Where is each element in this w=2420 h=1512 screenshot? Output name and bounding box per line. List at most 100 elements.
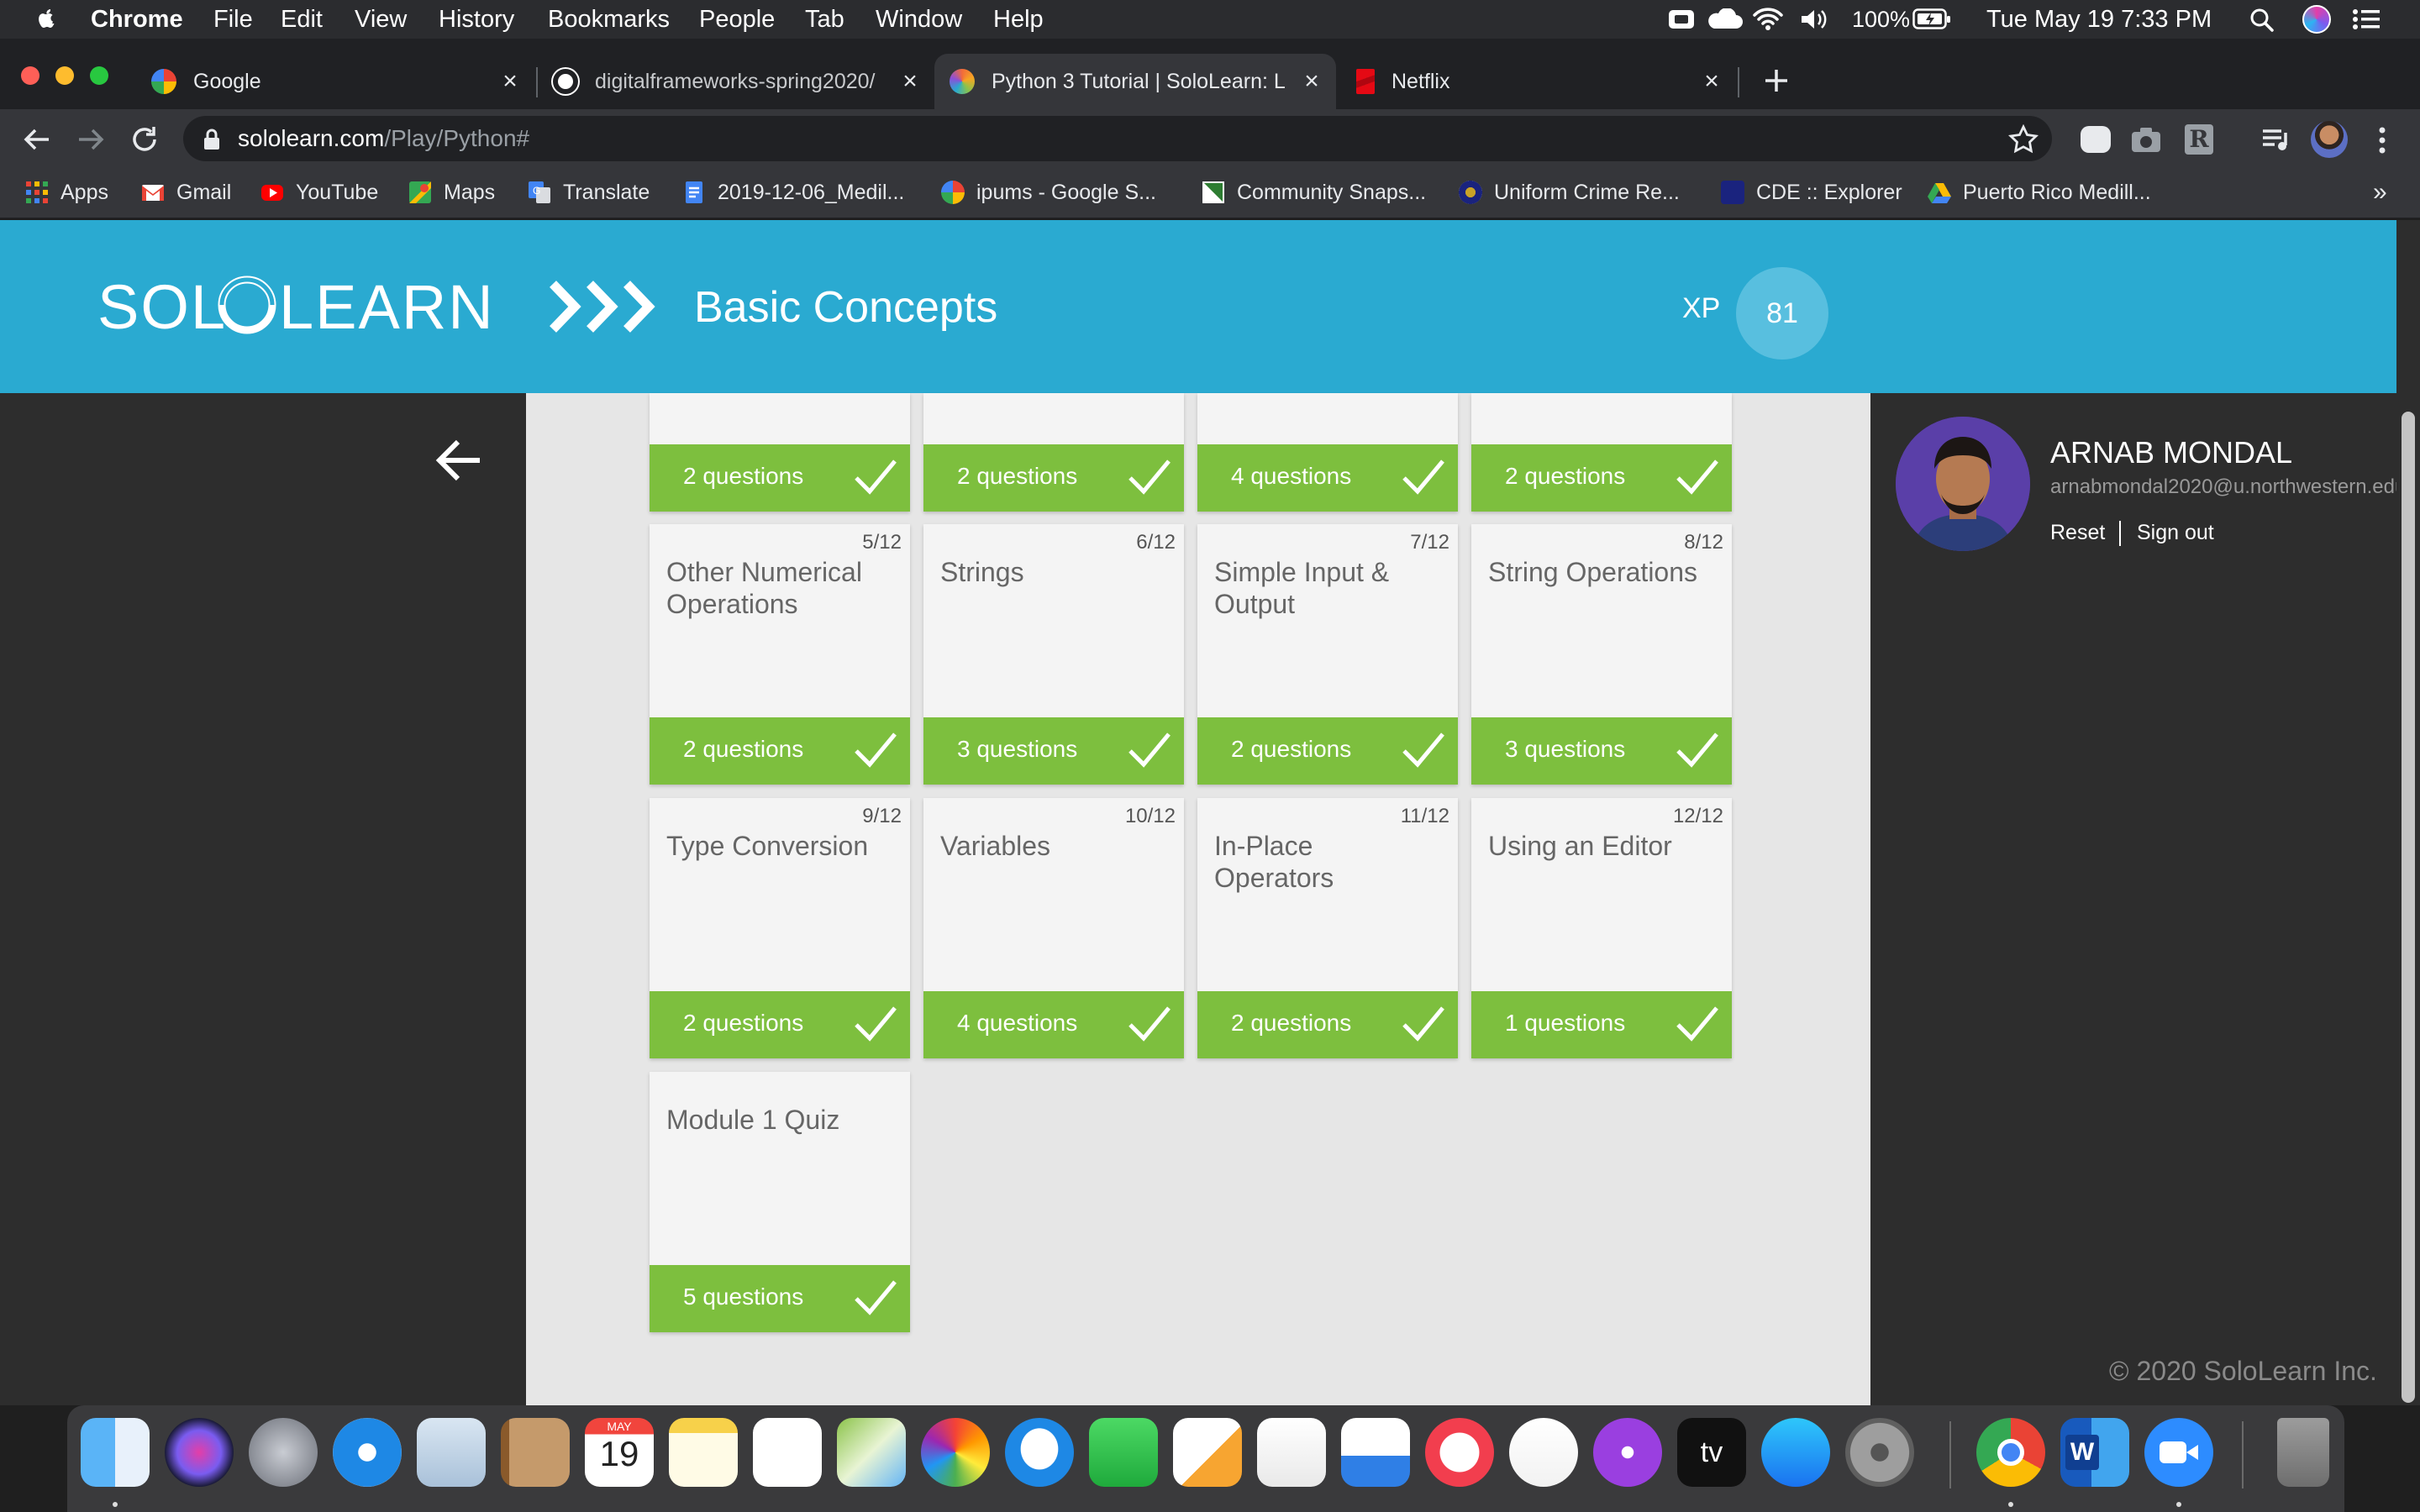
tab-github[interactable]: digitalframeworks-spring2020/ ×	[538, 54, 934, 109]
lesson-card[interactable]: 10/12 Variables 4 questions	[923, 798, 1184, 1058]
reset-link[interactable]: Reset	[2050, 521, 2105, 545]
icloud-icon[interactable]	[1706, 8, 1743, 30]
launchpad-icon[interactable]	[249, 1418, 318, 1487]
menu-history[interactable]: History	[439, 4, 514, 34]
lesson-complete-bar[interactable]: 2 questions	[1197, 991, 1458, 1058]
chrome-menu-icon[interactable]	[2370, 124, 2395, 156]
mail-icon[interactable]	[417, 1418, 486, 1487]
numbers-icon[interactable]	[1257, 1418, 1326, 1487]
lesson-card[interactable]: 12/12 Using an Editor 1 questions	[1471, 798, 1732, 1058]
bookmark-apps[interactable]: Apps	[25, 178, 108, 207]
menu-window[interactable]: Window	[876, 4, 962, 34]
word-icon[interactable]: W	[2060, 1418, 2129, 1487]
bookmark-community-snaps[interactable]: Community Snaps...	[1202, 178, 1426, 207]
lesson-card[interactable]: 2 questions	[650, 393, 910, 512]
clock[interactable]: Tue May 19 7:33 PM	[1986, 4, 2212, 34]
facetime-icon[interactable]	[1089, 1418, 1158, 1487]
close-icon[interactable]: ×	[1301, 67, 1323, 96]
bookmark-translate[interactable]: G Translate	[528, 178, 650, 207]
safari-icon[interactable]	[333, 1418, 402, 1487]
lesson-complete-bar[interactable]: 2 questions	[923, 444, 1184, 512]
close-icon[interactable]: ×	[499, 67, 521, 96]
lesson-complete-bar[interactable]: 3 questions	[923, 717, 1184, 785]
back-arrow-icon[interactable]	[433, 437, 485, 484]
bookmark-puerto-rico[interactable]: Puerto Rico Medill...	[1928, 178, 2151, 207]
window-close-button[interactable]	[21, 66, 39, 85]
trash-icon[interactable]	[2277, 1418, 2329, 1487]
reminders-icon[interactable]	[753, 1418, 822, 1487]
new-tab-icon[interactable]	[1761, 66, 1791, 96]
lesson-complete-bar[interactable]: 2 questions	[650, 991, 910, 1058]
bookmark-maps[interactable]: Maps	[408, 178, 495, 207]
lesson-card[interactable]: 6/12 Strings 3 questions	[923, 524, 1184, 785]
user-avatar[interactable]	[1896, 417, 2030, 551]
url-text[interactable]: sololearn.com/Play/Python#	[238, 124, 529, 153]
sololearn-logo[interactable]: SOL LEARN	[97, 272, 501, 354]
reload-icon[interactable]	[128, 123, 161, 156]
lesson-card[interactable]: 2 questions	[923, 393, 1184, 512]
bookmark-cde-explorer[interactable]: CDE :: Explorer	[1721, 178, 1902, 207]
lesson-card[interactable]: 4 questions	[1197, 393, 1458, 512]
notification-center-icon[interactable]	[2351, 7, 2381, 32]
news-icon[interactable]	[1425, 1418, 1494, 1487]
lesson-complete-bar[interactable]: 1 questions	[1471, 991, 1732, 1058]
spotlight-icon[interactable]	[2249, 7, 2275, 34]
menu-file[interactable]: File	[213, 4, 253, 34]
bookmark-medill-doc[interactable]: 2019-12-06_Medil...	[682, 178, 904, 207]
maps-icon[interactable]	[837, 1418, 906, 1487]
lesson-card[interactable]: 11/12 In-Place Operators 2 questions	[1197, 798, 1458, 1058]
back-icon[interactable]	[20, 123, 54, 156]
tab-sololearn[interactable]: Python 3 Tutorial | SoloLearn: L ×	[934, 54, 1336, 109]
lesson-complete-bar[interactable]: 2 questions	[650, 717, 910, 785]
lesson-card[interactable]: 5/12 Other Numerical Operations 2 question…	[650, 524, 910, 785]
bookmark-star-icon[interactable]	[2008, 124, 2039, 155]
lesson-card[interactable]: Module 1 Quiz 5 questions	[650, 1072, 910, 1332]
tab-netflix[interactable]: Netflix ×	[1341, 54, 1736, 109]
window-zoom-button[interactable]	[90, 66, 108, 85]
siri-icon[interactable]	[165, 1418, 234, 1487]
music-icon[interactable]	[1509, 1418, 1578, 1487]
tab-google[interactable]: Google ×	[136, 54, 534, 109]
scrollbar-thumb[interactable]	[2402, 412, 2415, 1403]
extension-camera-icon[interactable]	[2129, 124, 2163, 155]
bookmark-ipums[interactable]: ipums - Google S...	[941, 178, 1156, 207]
lesson-complete-bar[interactable]: 2 questions	[1471, 444, 1732, 512]
zoom-icon[interactable]	[2144, 1418, 2213, 1487]
messages-icon[interactable]	[1005, 1418, 1074, 1487]
bookmark-youtube[interactable]: YouTube	[260, 178, 378, 207]
lesson-complete-bar[interactable]: 2 questions	[650, 444, 910, 512]
lesson-card[interactable]: 2 questions	[1471, 393, 1732, 512]
close-icon[interactable]: ×	[899, 67, 921, 96]
lesson-complete-bar[interactable]: 4 questions	[923, 991, 1184, 1058]
menu-edit[interactable]: Edit	[281, 4, 323, 34]
lesson-card[interactable]: 7/12 Simple Input & Output 2 questions	[1197, 524, 1458, 785]
tv-icon[interactable]: tv	[1677, 1418, 1746, 1487]
contacts-icon[interactable]	[501, 1418, 570, 1487]
photos-icon[interactable]	[921, 1418, 990, 1487]
volume-icon[interactable]	[1798, 7, 1830, 32]
window-minimize-button[interactable]	[55, 66, 74, 85]
lesson-complete-bar[interactable]: 5 questions	[650, 1265, 910, 1332]
signout-link[interactable]: Sign out	[2137, 521, 2214, 545]
podcasts-icon[interactable]	[1593, 1418, 1662, 1487]
battery-percent[interactable]: 100%	[1852, 4, 1910, 34]
profile-avatar-icon[interactable]	[2311, 121, 2348, 158]
lesson-card[interactable]: 8/12 String Operations 3 questions	[1471, 524, 1732, 785]
bookmark-uniform-crime[interactable]: Uniform Crime Re...	[1459, 178, 1680, 207]
calendar-icon[interactable]: MAY 19	[585, 1418, 654, 1487]
wifi-icon[interactable]	[1751, 5, 1785, 32]
apple-icon[interactable]	[34, 5, 59, 32]
close-icon[interactable]: ×	[1701, 67, 1723, 96]
siri-menu-icon[interactable]	[2302, 5, 2331, 34]
battery-icon[interactable]	[1912, 8, 1951, 31]
lesson-complete-bar[interactable]: 4 questions	[1197, 444, 1458, 512]
media-control-icon[interactable]	[2260, 124, 2294, 155]
menu-help[interactable]: Help	[993, 4, 1044, 34]
menu-tab[interactable]: Tab	[805, 4, 844, 34]
finder-icon[interactable]	[81, 1418, 150, 1487]
screen-record-icon[interactable]	[1667, 7, 1696, 32]
chrome-icon[interactable]	[1976, 1418, 2045, 1487]
menu-view[interactable]: View	[355, 4, 407, 34]
menu-app-name[interactable]: Chrome	[91, 4, 183, 34]
bookmark-gmail[interactable]: Gmail	[141, 178, 231, 207]
